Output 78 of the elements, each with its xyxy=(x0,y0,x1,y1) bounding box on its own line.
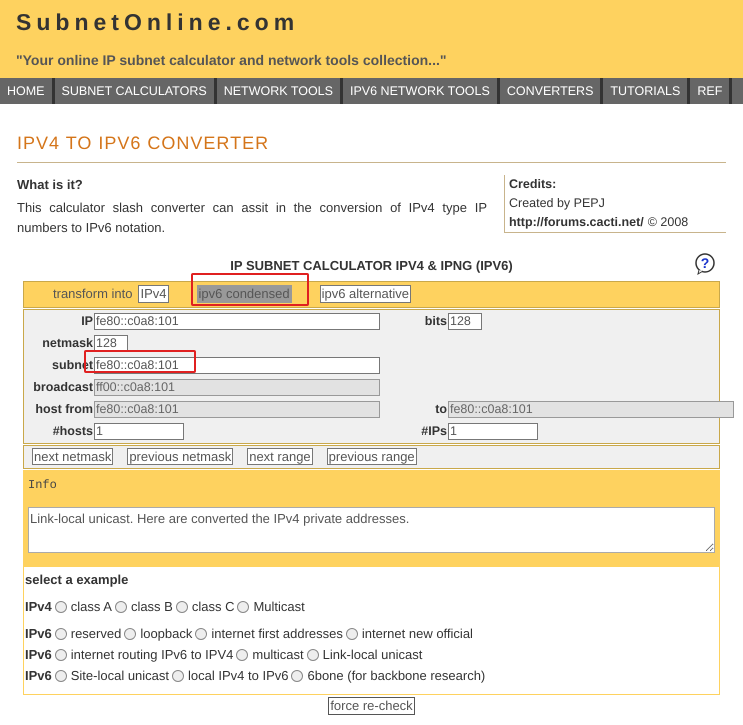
tagline: "Your online IP subnet calculator and network tools collection..." xyxy=(16,50,448,70)
description-text: This calculator slash converter can assit in the conversion of IPv4 type IP numbers to IPv6 notation. xyxy=(17,198,487,236)
input-field[interactable]: 1 xyxy=(448,422,538,440)
nav-link[interactable]: REF xyxy=(690,78,732,104)
nav-link[interactable]: CONVERTERS xyxy=(500,78,604,104)
radio-button[interactable] xyxy=(236,648,248,660)
field-label: IP xyxy=(80,312,94,330)
input-field[interactable]: 128 xyxy=(94,334,128,352)
range-button[interactable]: previous range xyxy=(326,448,417,465)
radio-button[interactable] xyxy=(54,648,67,660)
nav-link[interactable]: NETWORK TOOLS xyxy=(216,78,343,104)
radio-label[interactable]: internet new official xyxy=(362,624,473,644)
copyright-text: © 2008 xyxy=(648,214,688,230)
page-title: IPV4 TO IPV6 CONVERTER xyxy=(17,130,726,163)
input-field[interactable]: ff00::c0a8:101 xyxy=(94,378,380,396)
field-label: #IPs xyxy=(420,422,448,440)
input-field[interactable]: fe80::c0a8:101 xyxy=(94,312,380,330)
field-label: bits xyxy=(424,312,448,330)
transform-button[interactable]: ipv6 alternative xyxy=(320,285,412,303)
radio-label[interactable]: Link-local unicast xyxy=(322,644,422,664)
nav-link[interactable]: HOME xyxy=(0,78,54,104)
group-label: IPv6 xyxy=(25,666,52,685)
range-button[interactable]: previous netmask xyxy=(127,448,234,465)
group-label: IPv6 xyxy=(25,624,52,643)
radio-button[interactable] xyxy=(54,600,67,612)
radio-button[interactable] xyxy=(54,628,67,640)
radio-label[interactable]: Site-local unicast xyxy=(70,666,170,686)
input-field[interactable]: 128 xyxy=(448,312,482,330)
site-logo[interactable]: SubnetOnline.com xyxy=(16,5,727,40)
field-label: #hosts xyxy=(52,422,94,440)
info-text-area[interactable]: Link-local unicast. Here are converted the IPv4 private addresses. xyxy=(28,506,715,552)
group-label: IPv6 xyxy=(25,646,52,664)
radio-button[interactable] xyxy=(176,600,188,612)
range-button[interactable]: next netmask xyxy=(32,448,114,465)
radio-label[interactable]: reserved xyxy=(70,624,122,644)
radio-label[interactable]: Multicast xyxy=(253,596,305,616)
calculator-title: IP SUBNET CALCULATOR IPV4 & IPNG (IPV6) xyxy=(230,256,513,275)
radio-label[interactable]: internet routing IPv6 to IPV4 xyxy=(70,644,234,664)
credits-author: Created by PEPJ xyxy=(509,194,606,212)
radio-label[interactable]: loopback xyxy=(140,624,192,644)
radio-label[interactable]: 6bone (for backbone research) xyxy=(307,666,486,686)
radio-button[interactable] xyxy=(124,628,136,640)
radio-button[interactable] xyxy=(114,600,127,612)
examples-heading: select a example xyxy=(25,570,130,589)
force-recheck-button[interactable]: force re-check xyxy=(328,697,415,715)
field-label: netmask xyxy=(41,334,94,352)
radio-label[interactable]: local IPv4 to IPv6 xyxy=(188,666,288,686)
input-field[interactable]: 1 xyxy=(94,422,184,440)
radio-button[interactable] xyxy=(172,670,184,682)
radio-button[interactable] xyxy=(306,648,319,660)
input-field[interactable]: fe80::c0a8:101 xyxy=(94,400,380,418)
nav-link[interactable]: SUBNET CALCULATORS xyxy=(54,78,217,104)
radio-label[interactable]: class A xyxy=(70,596,112,616)
radio-button[interactable] xyxy=(237,600,250,612)
credits-heading: Credits: xyxy=(509,176,558,193)
help-icon[interactable]: ? xyxy=(694,252,716,274)
radio-label[interactable]: multicast xyxy=(252,644,304,664)
field-label: broadcast xyxy=(32,378,94,396)
field-label: to xyxy=(434,400,448,418)
radio-label[interactable]: class B xyxy=(130,596,173,616)
info-label: Info xyxy=(28,476,58,494)
input-field[interactable]: fe80::c0a8:101 xyxy=(94,356,380,374)
field-label: host from xyxy=(34,400,94,418)
nav-link[interactable]: IPV6 NETWORK TOOLS xyxy=(342,78,500,104)
radio-button[interactable] xyxy=(195,628,208,640)
radio-button[interactable] xyxy=(54,670,67,682)
input-field[interactable]: fe80::c0a8:101 xyxy=(448,400,734,418)
nav-link[interactable]: TUTORIALS xyxy=(603,78,690,104)
radio-label[interactable]: class C xyxy=(192,596,234,616)
radio-button[interactable] xyxy=(346,628,358,640)
section-heading: What is it? xyxy=(17,176,84,194)
forum-link[interactable]: http://forums.cacti.net/ xyxy=(509,212,644,232)
radio-label[interactable]: internet first addresses xyxy=(211,624,343,644)
transform-label: transform into xyxy=(53,285,132,304)
group-label: IPv4 xyxy=(25,598,52,616)
radio-button[interactable] xyxy=(291,670,304,682)
transform-button[interactable]: IPv4 xyxy=(138,285,168,303)
range-button[interactable]: next range xyxy=(247,448,313,465)
